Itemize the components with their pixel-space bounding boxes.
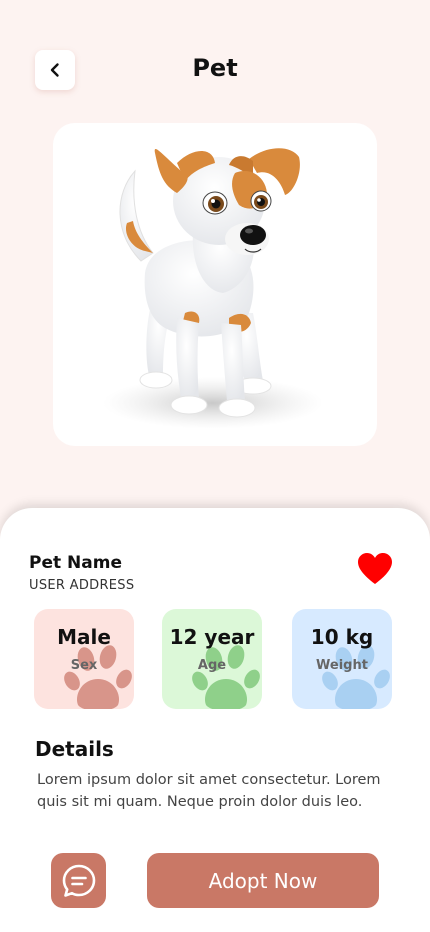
paw-print-icon — [192, 645, 260, 709]
pet-name: Pet Name — [29, 553, 122, 573]
stat-card-age: 12 year Age — [162, 609, 262, 709]
details-sheet: Pet Name USER ADDRESS Male Sex 12 year A… — [0, 508, 430, 932]
heart-icon[interactable] — [357, 552, 393, 586]
stat-card-weight: 10 kg Weight — [292, 609, 392, 709]
stat-value: Male — [57, 625, 111, 649]
chat-icon — [62, 864, 95, 897]
cartoon-dog-image — [103, 148, 323, 429]
header: Pet — [0, 50, 430, 90]
pet-address: USER ADDRESS — [29, 578, 135, 593]
pet-image-card — [53, 123, 377, 446]
paw-print-icon — [322, 645, 390, 709]
details-heading: Details — [35, 737, 114, 761]
stat-label: Weight — [316, 658, 368, 673]
details-text: Lorem ipsum dolor sit amet consectetur. … — [37, 772, 381, 810]
stat-card-sex: Male Sex — [34, 609, 134, 709]
adopt-now-button[interactable]: Adopt Now — [147, 853, 379, 908]
stat-label: Age — [197, 658, 227, 673]
paw-print-icon — [64, 645, 132, 709]
stat-value: 10 kg — [310, 625, 374, 649]
stat-label: Sex — [70, 658, 98, 673]
stat-value: 12 year — [169, 625, 255, 649]
chat-button[interactable] — [51, 853, 106, 908]
page-title: Pet — [192, 54, 238, 82]
